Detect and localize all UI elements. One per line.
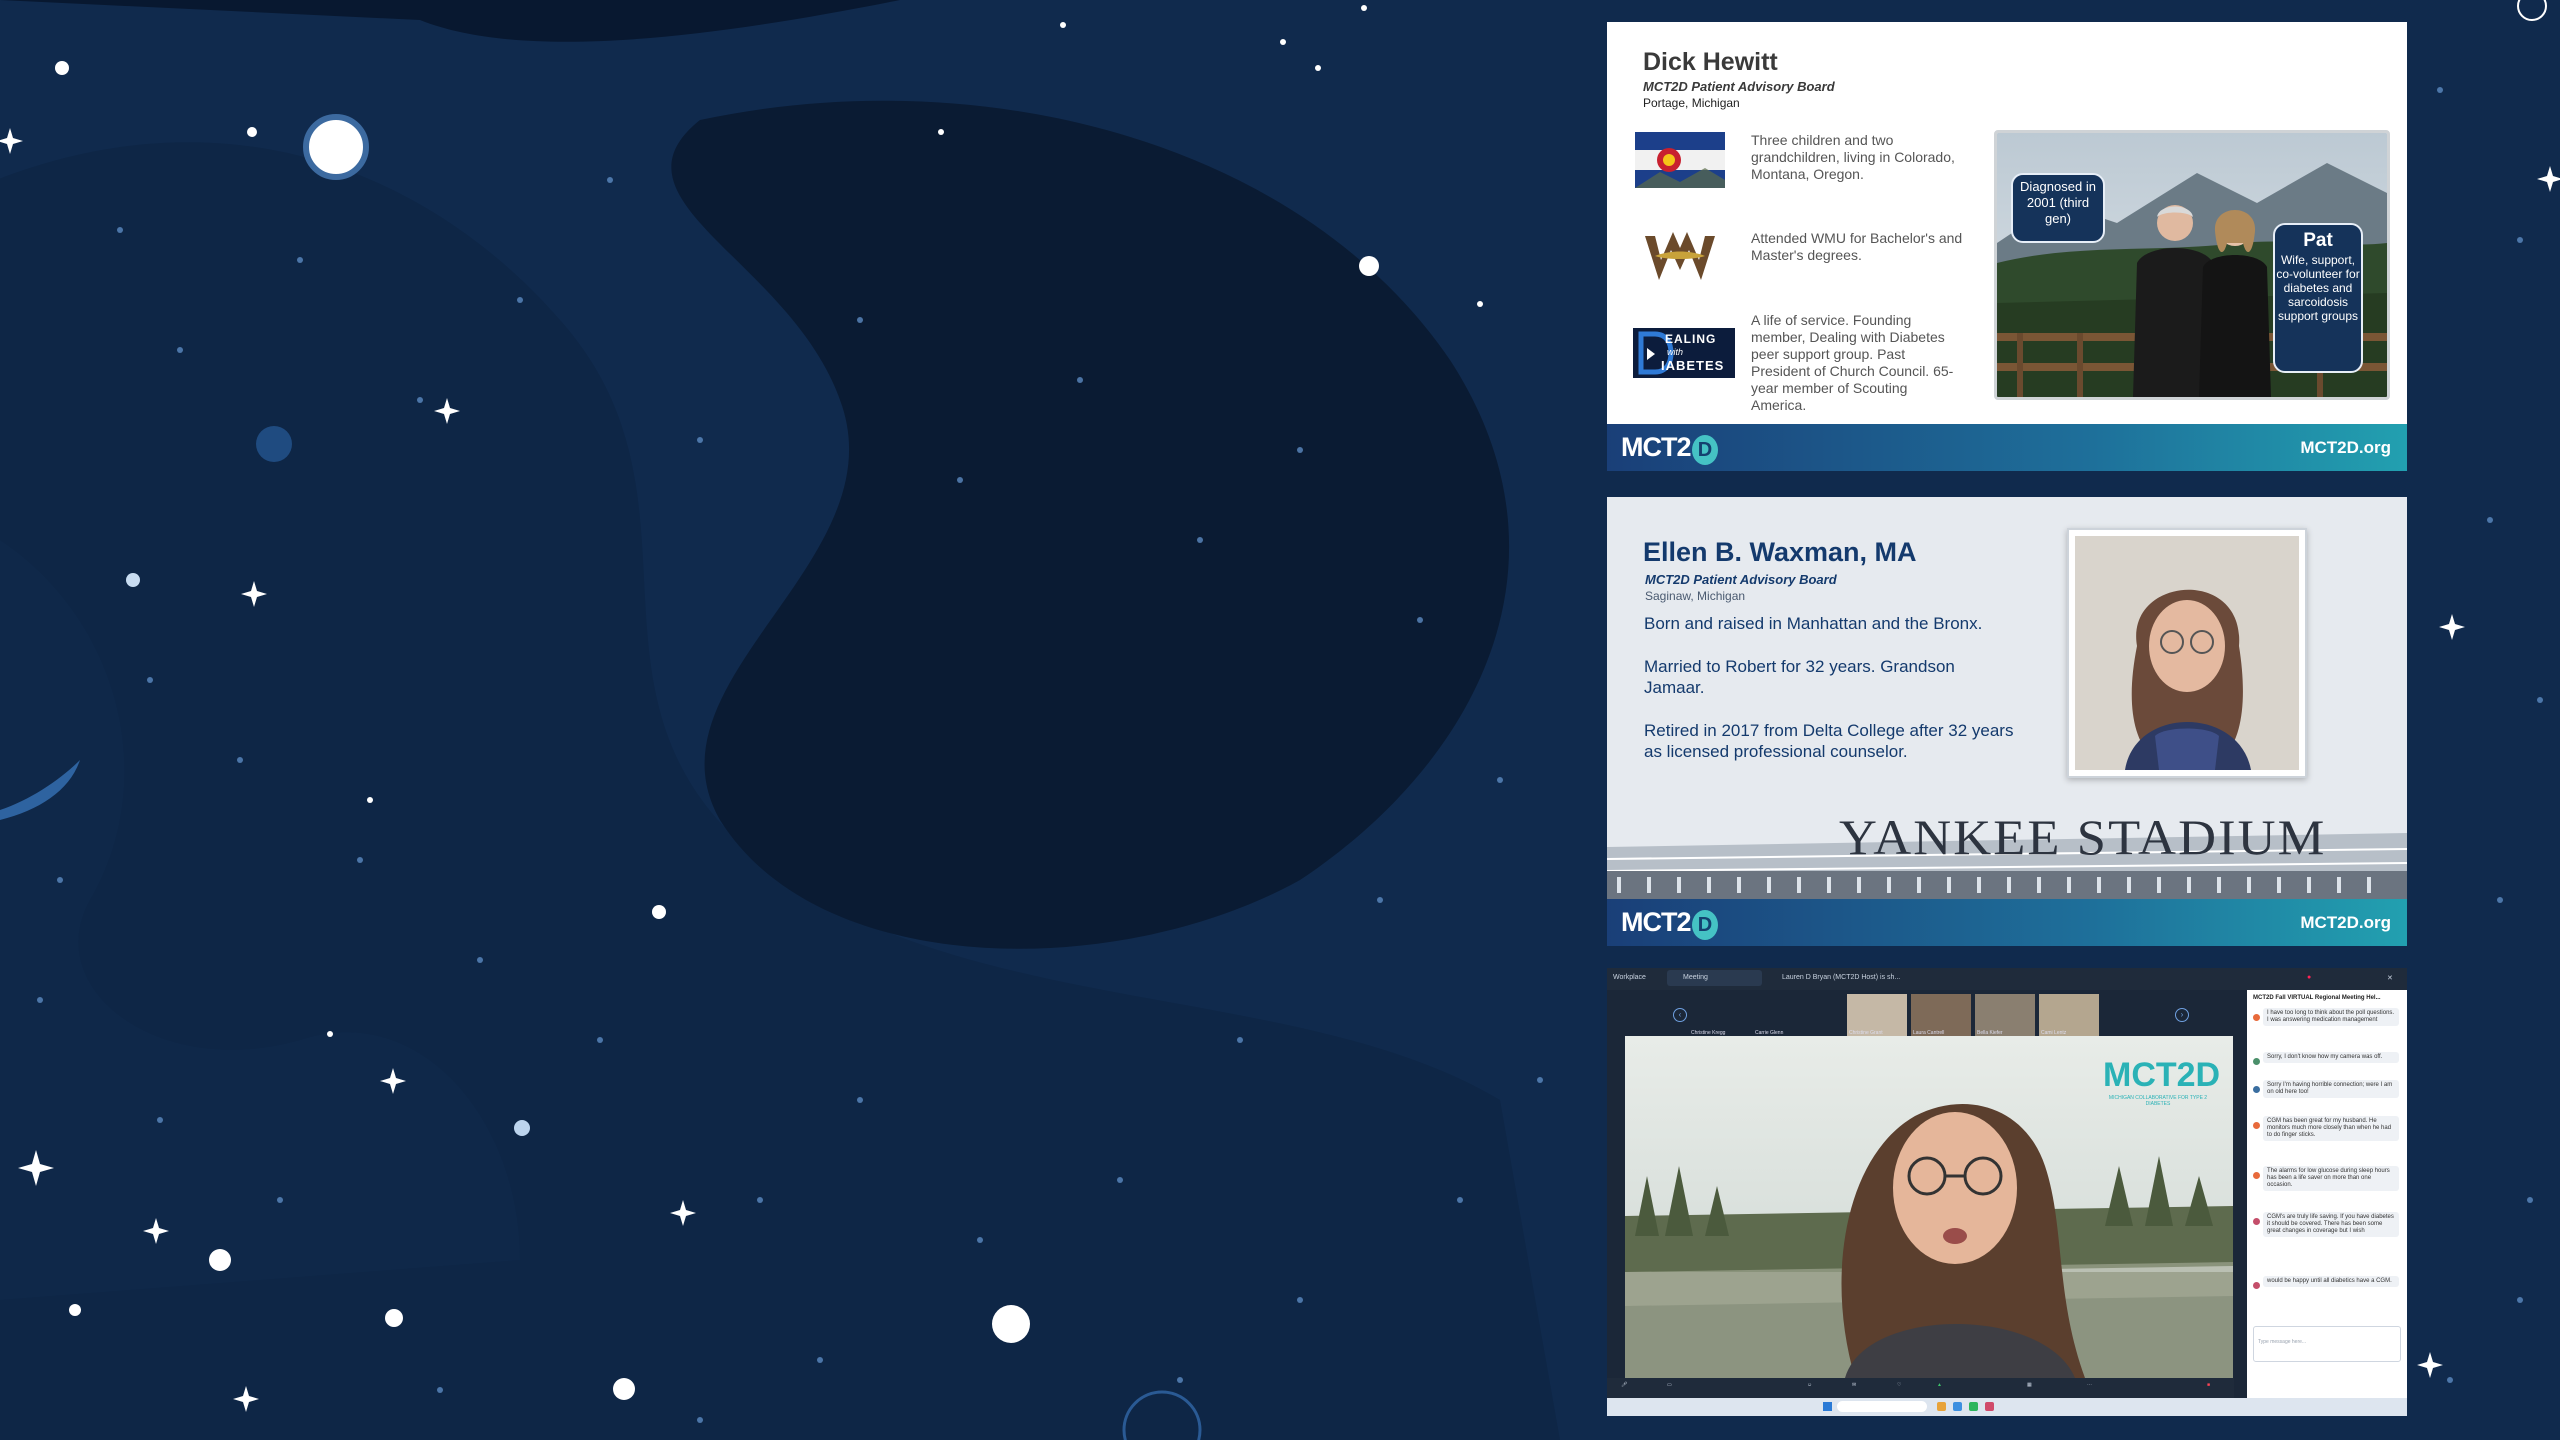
video-icon[interactable]: ▭ [1667,1382,1672,1388]
pat-bubble-text: Wife, support, co-volunteer for diabetes… [2276,253,2360,323]
mct2d-video-logo: MCT2D MICHIGAN COLLABORATIVE FOR TYPE 2 … [2103,1056,2221,1107]
chat-panel: MCT2D Fall VIRTUAL Regional Meeting Hel.… [2247,990,2407,1408]
chat-message: would be happy until all diabetics have … [2253,1276,2399,1289]
chat-message: The alarms for low glucose during sleep … [2253,1166,2399,1191]
participant-tile[interactable]: Christine Kregg [1689,994,1749,1038]
active-speaker-video: MCT2D MICHIGAN COLLABORATIVE FOR TYPE 2 … [1625,1036,2233,1378]
pat-bubble-name: Pat [2303,230,2333,251]
zoom-meeting-window: Workplace Meeting Lauren D Bryan (MCT2D … [1607,968,2407,1416]
fact-family-text: Three children and two grandchildren, li… [1751,132,1955,182]
chat-icon[interactable]: ✉ [1852,1382,1856,1388]
slide-title: Ellen B. Waxman, MA [1643,537,1917,567]
bio-line: Married to Robert for 32 years. Grandson… [1644,657,1955,697]
more-icon[interactable]: ⋯ [2087,1382,2092,1388]
footer-url: MCT2D.org [2300,438,2391,457]
bio-line: Retired in 2017 from Delta College after… [1644,721,2014,761]
fact-service-text: A life of service. Founding member, Deal… [1751,312,1954,413]
participant-tile[interactable]: Cami Lentz [2039,994,2099,1038]
recording-indicator: ● [2307,974,2312,981]
participant-tile[interactable]: Christine Grant [1847,994,1907,1038]
share-icon[interactable]: ▲ [1937,1382,1942,1388]
taskbar-search[interactable] [1837,1401,1927,1412]
stadium-sign: YANKEE STADIUM [1839,809,2327,865]
app-name: Workplace [1613,974,1646,981]
ellen-photo [2067,528,2307,778]
chat-title: MCT2D Fall VIRTUAL Regional Meeting Hel.… [2253,995,2381,1001]
colorado-flag-icon [1635,132,1725,188]
dealing-with-diabetes-logo-icon: EALING with IABETES [1633,328,1735,378]
windows-taskbar [1607,1398,2407,1416]
mic-icon[interactable]: 🎤︎ [1621,1382,1627,1388]
chat-message: Sorry I'm having horrible connection; we… [2253,1080,2399,1098]
slide-location: Saginaw, Michigan [1645,589,1746,603]
chat-message: CGM has been great for my husband. He mo… [2253,1116,2399,1141]
slide-dick-hewitt: Dick Hewitt MCT2D Patient Advisory Board… [1607,22,2407,471]
app-icon[interactable] [1969,1402,1978,1411]
leave-button[interactable]: ■ [2207,1382,2210,1388]
couple-photo: Diagnosed in 2001 (third gen) Pat Wife, … [1994,130,2390,400]
slide-title: Dick Hewitt [1643,48,1778,76]
tab-share[interactable]: Lauren D Bryan (MCT2D Host) is sh... [1772,970,1922,986]
apps-icon[interactable]: ▦ [2027,1382,2032,1388]
slide-role: MCT2D Patient Advisory Board [1645,572,1837,587]
slide-footer: MCT2 D MCT2D.org [1607,899,2407,946]
fact-education-text: Attended WMU for Bachelor's and Master's… [1751,230,1963,263]
chat-input[interactable]: Type message here... [2253,1326,2401,1362]
chat-message: CGM's are truly life saving. If you have… [2253,1212,2399,1237]
mct2d-logo: MCT2 D [1621,907,1718,940]
slide-role: MCT2D Patient Advisory Board [1643,79,1835,94]
next-page-icon[interactable]: › [2175,1008,2189,1022]
bio-line: Born and raised in Manhattan and the Bro… [1644,614,1983,633]
app-icon[interactable] [1985,1402,1994,1411]
tab-meeting[interactable]: Meeting [1667,970,1762,986]
close-icon[interactable]: ✕ [2387,974,2393,982]
slide-footer: MCT2 D MCT2D.org [1607,424,2407,471]
meeting-controls: 🎤︎ ▭ ☺ ✉ ♡ ▲ ▦ ⋯ ■ [1607,1378,2234,1398]
mct2d-logo-d: D [1691,910,1718,940]
slide-location: Portage, Michigan [1643,96,1740,110]
app-icon[interactable] [1937,1402,1946,1411]
pat-bubble: Pat Wife, support, co-volunteer for diab… [2273,223,2363,373]
prev-page-icon[interactable]: ‹ [1673,1008,1687,1022]
start-icon[interactable] [1823,1402,1832,1411]
participant-tile[interactable]: Laura Cantrell [1911,994,1971,1038]
react-icon[interactable]: ♡ [1897,1382,1901,1388]
participant-tile[interactable]: Carrie Glenn [1753,994,1813,1038]
zoom-title-bar: Workplace Meeting Lauren D Bryan (MCT2D … [1607,968,2407,990]
app-icon[interactable] [1953,1402,1962,1411]
chat-message: Sorry, I don't know how my camera was of… [2253,1052,2399,1065]
mct2d-logo: MCT2 D [1621,432,1718,465]
footer-url: MCT2D.org [2300,913,2391,932]
slide-ellen-waxman: Ellen B. Waxman, MA MCT2D Patient Adviso… [1607,497,2407,946]
participants-icon[interactable]: ☺ [1807,1382,1812,1388]
mct2d-logo-d: D [1691,435,1718,465]
wmu-logo-icon [1635,230,1725,286]
participant-tile[interactable]: Bella Kiefer [1975,994,2035,1038]
chat-message: I have too long to think about the poll … [2253,1008,2399,1026]
diagnosed-bubble: Diagnosed in 2001 (third gen) [2011,173,2105,243]
